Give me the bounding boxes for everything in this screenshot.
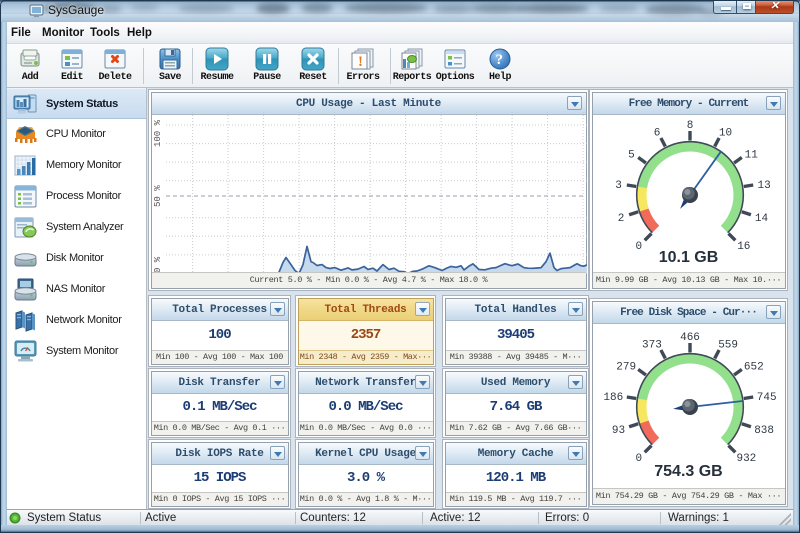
svg-text:186: 186	[603, 391, 623, 403]
svg-text:279: 279	[616, 361, 636, 373]
svg-text:6: 6	[653, 127, 660, 139]
svg-text:3: 3	[615, 179, 622, 191]
svg-text:2: 2	[617, 212, 624, 224]
svg-text:5: 5	[628, 149, 635, 161]
svg-text:559: 559	[718, 339, 738, 351]
svg-text:11: 11	[744, 149, 758, 161]
svg-text:745: 745	[756, 391, 776, 403]
svg-text:652: 652	[743, 361, 763, 373]
svg-text:10: 10	[718, 127, 731, 139]
svg-text:93: 93	[611, 424, 624, 436]
svg-text:838: 838	[754, 424, 774, 436]
svg-text:!: !	[358, 54, 363, 70]
svg-text:?: ?	[496, 52, 504, 68]
svg-text:373: 373	[641, 339, 661, 351]
svg-text:8: 8	[686, 120, 693, 132]
svg-text:466: 466	[680, 332, 700, 344]
svg-text:13: 13	[757, 179, 770, 191]
svg-text:14: 14	[754, 212, 768, 224]
